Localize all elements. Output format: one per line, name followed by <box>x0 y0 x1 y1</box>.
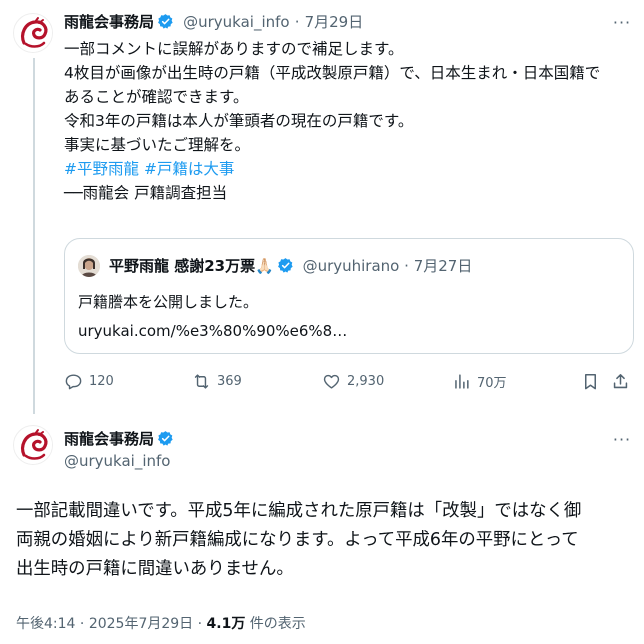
views-button[interactable]: 70万 <box>452 372 507 391</box>
reply-icon <box>65 374 82 390</box>
tweet-line: 一部記載間違いです。平成5年に編成された原戸籍は「改製」ではなく御 <box>16 501 582 521</box>
separator: · <box>79 616 85 632</box>
quoted-tweet[interactable]: 平野雨龍 感謝23万票🙏🏻 @uryuhirano · 7月27日 戸籍謄本を公… <box>64 238 634 354</box>
hashtag-line: #平野雨龍 #戸籍は大事 <box>64 157 624 181</box>
bookmark-icon <box>584 374 597 390</box>
more-icon[interactable]: ··· <box>611 432 633 448</box>
display-name: 平野雨龍 感謝23万票🙏🏻 <box>109 257 274 275</box>
verified-badge-icon <box>277 257 294 278</box>
bookmark-button[interactable] <box>581 372 606 391</box>
display-name[interactable]: 雨龍会事務局 <box>64 13 154 31</box>
handle: @uryuhirano <box>302 257 400 275</box>
dragon-logo-icon <box>15 15 52 52</box>
avatar[interactable] <box>13 425 53 465</box>
repost-count: 369 <box>217 374 242 389</box>
views-label: 件の表示 <box>249 616 306 632</box>
tweet-line: 令和3年の戸籍は本人が筆頭者の現在の戸籍です。 <box>64 112 414 130</box>
tweet-date[interactable]: 7月29日 <box>305 13 364 31</box>
share-icon <box>613 374 628 389</box>
tweet-line: あることが確認できます。 <box>64 88 249 106</box>
reply-button[interactable]: 120 <box>64 372 114 391</box>
post-date[interactable]: 2025年7月29日 <box>89 616 193 632</box>
reply-count: 120 <box>89 374 114 389</box>
like-button[interactable]: 2,930 <box>322 372 384 391</box>
quote-header: 平野雨龍 感謝23万票🙏🏻 @uryuhirano · 7月27日 <box>109 255 472 278</box>
handle[interactable]: @uryukai_info <box>183 13 289 31</box>
tweet-header: 雨龍会事務局 @uryukai_info · 7月29日 <box>64 11 363 34</box>
tweet-line: 両親の婚姻により新戸籍編成になります。よって平成6年の平野にとって <box>16 530 579 550</box>
tweet-line: 4枚目が画像が出生時の戸籍（平成改製原戸籍）で、日本生まれ・日本国籍で <box>64 64 601 82</box>
views-count: 4.1万 <box>206 616 246 632</box>
hashtag-link[interactable]: #平野雨龍 <box>64 160 139 178</box>
share-button[interactable] <box>611 372 636 391</box>
avatar[interactable] <box>13 13 53 53</box>
tweet-body: 一部記載間違いです。平成5年に編成された原戸籍は「改製」ではなく御 両親の婚姻に… <box>16 497 636 584</box>
signature: ──雨龍会 戸籍調査担当 <box>64 184 228 202</box>
handle[interactable]: @uryukai_info <box>64 452 170 470</box>
quote-body: 戸籍謄本を公開しました。 uryukai.com/%e3%80%90%e6%8… <box>78 288 347 346</box>
action-bar: 120 369 2,930 70万 <box>64 372 634 394</box>
tweet-body: 一部コメントに誤解がありますので補足します。 4枚目が画像が出生時の戸籍（平成改… <box>64 37 624 205</box>
verified-badge-icon <box>157 430 174 451</box>
separator: · <box>294 13 300 31</box>
thread-line <box>33 58 35 414</box>
views-icon <box>455 374 469 389</box>
more-icon[interactable]: ··· <box>611 15 633 31</box>
views-count: 70万 <box>477 376 507 391</box>
quote-link[interactable]: uryukai.com/%e3%80%90%e6%8… <box>78 317 347 346</box>
like-icon <box>323 374 340 389</box>
tweet-meta: 午後4:14 · 2025年7月29日 · 4.1万 件の表示 <box>16 613 306 633</box>
person-photo-icon <box>78 255 100 277</box>
separator: · <box>404 257 409 275</box>
tweet-line: 事実に基づいたご理解を。 <box>64 136 251 154</box>
avatar <box>78 255 100 277</box>
quote-text: 戸籍謄本を公開しました。 <box>78 293 259 311</box>
repost-button[interactable]: 369 <box>192 372 242 391</box>
tweet-header: 雨龍会事務局 <box>64 428 174 451</box>
tweet-line: 一部コメントに誤解がありますので補足します。 <box>64 40 404 58</box>
display-name[interactable]: 雨龍会事務局 <box>64 430 154 448</box>
hashtag-link[interactable]: #戸籍は大事 <box>144 160 235 178</box>
like-count: 2,930 <box>347 374 385 389</box>
tweet-line: 出生時の戸籍に間違いありません。 <box>16 559 294 579</box>
separator: · <box>197 616 203 632</box>
post-time[interactable]: 午後4:14 <box>16 616 75 632</box>
repost-icon <box>194 374 209 389</box>
verified-badge-icon <box>157 13 174 34</box>
tweet-date: 7月27日 <box>413 257 473 275</box>
dragon-logo-icon <box>15 427 52 464</box>
